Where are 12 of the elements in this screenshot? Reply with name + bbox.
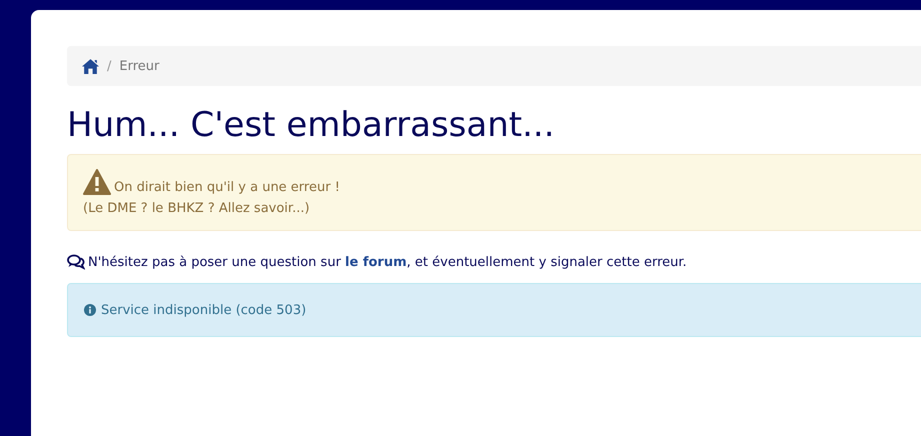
info-icon xyxy=(84,304,96,316)
chat-bubbles-icon xyxy=(67,254,85,270)
warning-message: On dirait bien qu'il y a une erreur ! xyxy=(114,180,340,195)
home-icon[interactable] xyxy=(82,58,99,74)
breadcrumb-separator: / xyxy=(107,58,112,74)
warning-icon xyxy=(83,169,111,195)
breadcrumb-item: Erreur xyxy=(119,58,160,74)
forum-link[interactable]: le forum xyxy=(345,254,407,270)
page-title: Hum... C'est embarrassant... xyxy=(67,104,556,146)
warning-detail: (Le DME ? le BHKZ ? Allez savoir...) xyxy=(83,201,311,216)
help-sentence: N'hésitez pas à poser une question sur le forum, et éventuellement y signaler cette erreur. xyxy=(88,254,687,270)
info-message: Service indisponible (code 503) xyxy=(101,302,306,318)
